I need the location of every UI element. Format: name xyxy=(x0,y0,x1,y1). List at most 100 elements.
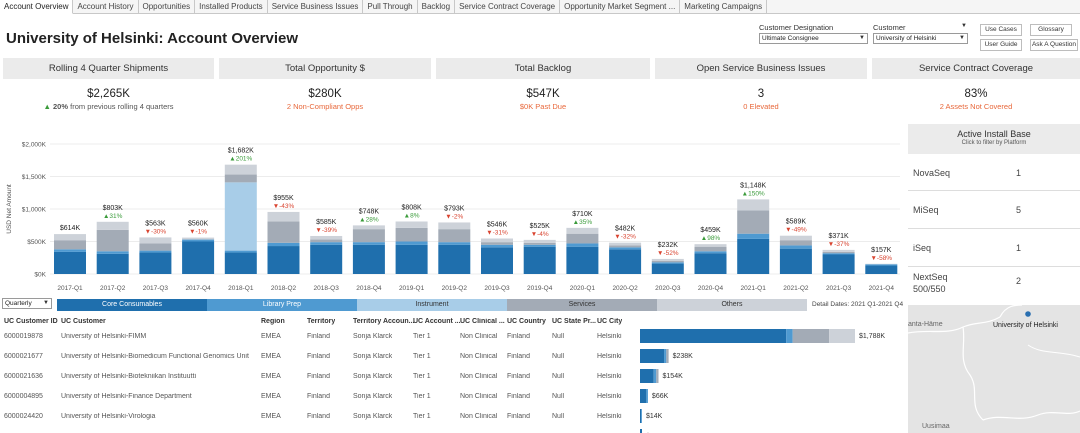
bar-segment-library-prep[interactable] xyxy=(224,250,257,253)
bar-segment-core-consumables[interactable] xyxy=(694,253,727,274)
bar-segment-others[interactable] xyxy=(609,242,642,246)
bar-segment-core-consumables[interactable] xyxy=(438,244,471,274)
bar-segment-services[interactable] xyxy=(438,229,471,243)
bar-segment-core-consumables[interactable] xyxy=(523,246,556,274)
quarter-granularity-select[interactable]: Quarterly ▼ xyxy=(2,298,52,309)
platform-row-miseq[interactable]: MiSeq 5 xyxy=(908,191,1080,229)
bar-segment-core-consumables[interactable] xyxy=(310,244,343,274)
legend-core-consumables[interactable]: Core Consumables xyxy=(57,299,207,311)
bar-segment-others[interactable] xyxy=(224,164,257,175)
bar-segment-services[interactable] xyxy=(352,229,385,243)
bar-segment-others[interactable] xyxy=(822,249,855,252)
bar-segment-others[interactable] xyxy=(139,237,172,244)
bar-segment-others[interactable] xyxy=(566,227,599,234)
bar-segment-library-prep[interactable] xyxy=(54,249,86,252)
bar-segment-library-prep[interactable] xyxy=(481,244,513,248)
bar-segment-others[interactable] xyxy=(737,199,770,211)
bar-segment-core-consumables[interactable] xyxy=(352,244,385,274)
bar-segment-library-prep[interactable] xyxy=(694,251,727,254)
table-row[interactable]: 6000021677 University of Helsinki-Biomedi… xyxy=(0,347,900,367)
bar-segment-services[interactable] xyxy=(96,229,129,252)
table-row[interactable]: 6000004895 University of Helsinki-Finance… xyxy=(0,387,900,407)
tab-opportunity-market-segment[interactable]: Opportunity Market Segment ... xyxy=(560,0,681,14)
bar-segment-services[interactable] xyxy=(224,174,257,183)
bar-segment-library-prep[interactable] xyxy=(651,262,684,264)
bar-segment-services[interactable] xyxy=(566,233,599,244)
bar-segment-others[interactable] xyxy=(481,238,513,243)
tab-pull-through[interactable]: Pull Through xyxy=(363,0,418,14)
bar-segment-others[interactable] xyxy=(651,258,684,261)
tab-opportunities[interactable]: Opportunities xyxy=(139,0,196,14)
tab-marketing-campaigns[interactable]: Marketing Campaigns xyxy=(680,0,768,14)
column-header[interactable]: UC Account ... xyxy=(413,318,461,325)
legend-services[interactable]: Services xyxy=(507,299,657,311)
bar-segment-others[interactable] xyxy=(54,234,86,241)
bar-segment-services[interactable] xyxy=(481,242,513,245)
bar-segment-core-consumables[interactable] xyxy=(609,249,642,274)
table-row[interactable]: 6000024420 University of Helsinki-Virolog… xyxy=(0,407,900,427)
tab-account-overview[interactable]: Account Overview xyxy=(0,0,74,14)
bar-segment-core-consumables[interactable] xyxy=(267,246,300,274)
legend-others[interactable]: Others xyxy=(657,299,807,311)
bar-segment-services[interactable] xyxy=(395,227,428,242)
tab-backlog[interactable]: Backlog xyxy=(418,0,456,14)
bar-segment-library-prep[interactable] xyxy=(566,243,599,247)
customer-amount-bar[interactable] xyxy=(640,429,642,433)
chevron-down-icon[interactable]: ▼ xyxy=(961,23,967,29)
platform-row-nextseq[interactable]: NextSeq 500/550 2 xyxy=(908,267,1080,298)
bar-segment-core-consumables[interactable] xyxy=(822,254,855,275)
bar-segment-others[interactable] xyxy=(438,222,471,230)
bar-segment-library-prep[interactable] xyxy=(779,245,812,249)
tab-account-history[interactable]: Account History xyxy=(73,0,139,14)
column-header[interactable]: UC State Pr... xyxy=(552,318,596,325)
bar-segment-others[interactable] xyxy=(267,211,300,222)
bar-segment-services[interactable] xyxy=(651,261,684,263)
bar-segment-others[interactable] xyxy=(779,235,812,241)
bar-segment-core-consumables[interactable] xyxy=(865,265,898,274)
bar-segment-services[interactable] xyxy=(694,246,727,252)
bar-segment-services[interactable] xyxy=(779,240,812,246)
bar-segment-others[interactable] xyxy=(96,221,129,230)
bar-segment-library-prep[interactable] xyxy=(182,239,215,242)
bar-segment-core-consumables[interactable] xyxy=(54,251,86,274)
quarterly-shipments-chart[interactable]: USD Net Amount $0K $500K $1,000K $1,500K $2,0… xyxy=(0,132,905,296)
customer-amount-bar[interactable] xyxy=(640,409,642,423)
column-header[interactable]: Region xyxy=(261,318,285,325)
kpi-opportunity-sub[interactable]: 2 Non-Compliant Opps xyxy=(219,102,431,111)
column-header[interactable]: UC Clinical ... xyxy=(460,318,505,325)
column-header[interactable]: UC Customer xyxy=(61,318,106,325)
bar-segment-others[interactable] xyxy=(352,225,385,230)
customer-amount-bar[interactable] xyxy=(640,389,648,403)
table-row[interactable]: 6000019878 University of Helsinki-FIMM EME… xyxy=(0,327,900,347)
bar-segment-others[interactable] xyxy=(523,239,556,243)
chevron-down-icon[interactable]: ▼ xyxy=(959,34,965,43)
kpi-service-issues-sub[interactable]: 0 Elevated xyxy=(655,102,867,111)
bar-segment-others[interactable] xyxy=(310,235,343,240)
table-row[interactable]: 6000023102University of HelsinkiEMEAFinl… xyxy=(0,427,900,433)
account-location-map[interactable]: University of Helsinki anta-Häme Uusimaa xyxy=(908,305,1080,433)
bar-segment-core-consumables[interactable] xyxy=(651,263,684,274)
bar-segment-library-prep[interactable] xyxy=(96,251,129,254)
column-header[interactable]: Territory xyxy=(307,318,335,325)
kpi-backlog-sub[interactable]: $0K Past Due xyxy=(436,102,650,111)
bar-segment-services[interactable] xyxy=(822,251,855,254)
bar-segment-services[interactable] xyxy=(139,243,172,251)
customer-select[interactable]: University of Helsinki ▼ xyxy=(873,33,968,44)
bar-segment-others[interactable] xyxy=(182,237,215,240)
bar-segment-services[interactable] xyxy=(310,239,343,243)
bar-segment-core-consumables[interactable] xyxy=(182,241,215,275)
bar-segment-library-prep[interactable] xyxy=(395,241,428,245)
bar-segment-library-prep[interactable] xyxy=(523,244,556,247)
tab-installed-products[interactable]: Installed Products xyxy=(195,0,268,14)
bar-segment-core-consumables[interactable] xyxy=(481,247,513,274)
kpi-contract-coverage-sub[interactable]: 2 Assets Not Covered xyxy=(872,102,1080,111)
bar-segment-others[interactable] xyxy=(395,221,428,228)
column-header[interactable]: UC City xyxy=(597,318,622,325)
bar-segment-library-prep[interactable] xyxy=(438,242,471,245)
ask-question-button[interactable]: Ask A Question xyxy=(1030,39,1078,51)
legend-library-prep[interactable]: Library Prep xyxy=(207,299,357,311)
bar-segment-instrument[interactable] xyxy=(224,182,257,251)
bar-segment-library-prep[interactable] xyxy=(352,242,385,245)
tab-service-business-issues[interactable]: Service Business Issues xyxy=(268,0,364,14)
column-header[interactable]: Territory Accoun... xyxy=(353,318,414,325)
